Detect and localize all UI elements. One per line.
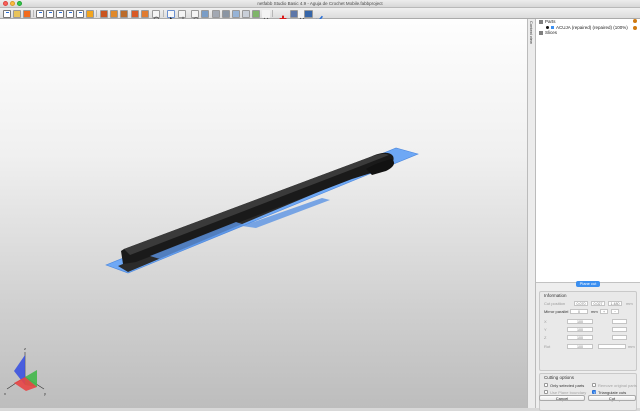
parts-label: Parts	[545, 19, 556, 24]
project-tree: Parts ACUJA (repaired) (repaired) (100%)…	[536, 19, 640, 283]
camera-icon[interactable]	[232, 9, 240, 18]
cut-position-label: Cut position	[544, 301, 566, 306]
only-selected-label: Only selected parts	[550, 383, 585, 388]
part-mesh-icon	[551, 26, 554, 30]
cut-unit-label: mm	[626, 301, 633, 306]
axis-label: y	[44, 391, 46, 396]
rotation-row-label: Rot	[544, 344, 551, 349]
parts-status-icon	[633, 19, 637, 23]
open-project-icon[interactable]	[13, 9, 21, 18]
object-zoom-icon[interactable]	[290, 9, 298, 18]
measure-icon[interactable]	[191, 9, 199, 23]
open-folder-icon[interactable]	[86, 9, 94, 18]
remove-original-checkbox[interactable]	[592, 383, 596, 387]
part-status-icon	[633, 26, 637, 30]
context-view-tab[interactable]: Context view	[527, 19, 536, 408]
import-part-icon[interactable]	[36, 9, 44, 18]
context-view-label: Context view	[529, 21, 534, 44]
rotate-icon[interactable]	[110, 9, 118, 18]
mirror-unit-label: mm	[591, 309, 598, 314]
app-window: netfabb Studio Basic 4.9 - Aguja de Croc…	[0, 0, 640, 411]
needle-body[interactable]	[121, 152, 394, 264]
tree-parts-node[interactable]: Parts	[539, 19, 556, 24]
save-project-icon[interactable]	[23, 9, 31, 18]
mirror-parallel-input[interactable]: 0	[570, 309, 588, 314]
move-tool-icon[interactable]	[178, 9, 187, 23]
zoom-icon[interactable]	[152, 9, 161, 24]
triangulate-cuts-checkbox[interactable]	[592, 390, 597, 395]
rotation-unit-label: mm	[628, 344, 635, 349]
rotation-field[interactable]: 100	[567, 344, 593, 349]
model-scene[interactable]	[0, 19, 527, 408]
z-position-field[interactable]: 100	[567, 335, 593, 340]
x-offset-field[interactable]	[612, 319, 627, 324]
toolbar-separator	[163, 10, 164, 17]
axis-label: z	[24, 346, 26, 351]
y-row-label: Y	[544, 327, 547, 332]
mirror-parallel-label: Mirror parallel	[544, 309, 569, 314]
section-icon[interactable]	[242, 9, 250, 18]
print-icon[interactable]	[66, 9, 74, 18]
toolbar-separator	[272, 10, 273, 17]
slice-icon[interactable]	[304, 9, 313, 18]
cancel-button[interactable]: Cancel	[539, 395, 585, 401]
cut-button[interactable]: Cut	[588, 395, 636, 401]
remove-original-label: Remove original parts	[598, 383, 637, 388]
tree-slices-node[interactable]: Slices	[539, 30, 557, 35]
repair-icon[interactable]	[100, 9, 108, 18]
parts-folder-icon	[539, 19, 543, 24]
axis-label: x	[4, 391, 6, 396]
toolbar-separator	[96, 10, 97, 17]
export-part-icon[interactable]	[46, 9, 54, 18]
rotation-offset-field[interactable]	[598, 344, 626, 349]
scale-icon[interactable]	[120, 9, 128, 18]
plane-cut-tab[interactable]: Plane cut	[576, 281, 600, 287]
orientation-axes[interactable]: z y x	[2, 343, 48, 399]
z-offset-field[interactable]	[612, 335, 627, 340]
layers-icon[interactable]	[222, 9, 230, 18]
mirror-minus-button[interactable]: −	[611, 309, 619, 314]
toolbar-separator	[33, 10, 34, 17]
cutting-options-group: Cutting options Only selected parts Remo…	[539, 373, 637, 411]
layout-icon[interactable]	[252, 9, 260, 18]
select-tool-icon[interactable]	[167, 9, 175, 23]
information-title: Information	[544, 293, 567, 298]
x-row-label: X	[544, 319, 547, 324]
information-group: Information Cut position 0.070 0.027 1.4…	[539, 291, 637, 371]
repair-part-icon[interactable]	[131, 9, 139, 18]
window-title: netfabb Studio Basic 4.9 - Aguja de Croc…	[257, 1, 383, 6]
cutting-options-title: Cutting options	[544, 375, 575, 380]
view-icon[interactable]	[201, 9, 209, 18]
3d-viewport[interactable]: z y x	[0, 19, 527, 408]
only-selected-checkbox[interactable]	[544, 383, 548, 387]
slices-label: Slices	[545, 30, 558, 35]
new-project-icon[interactable]	[3, 9, 11, 18]
tree-part-item[interactable]: ACUJA (repaired) (repaired) (100%)	[546, 25, 628, 30]
main-toolbar	[0, 8, 640, 24]
y-position-field[interactable]: 100	[567, 327, 593, 332]
z-row-label: Z	[544, 335, 547, 340]
cut-position-z[interactable]: 1.480	[608, 301, 622, 306]
part-visible-icon	[546, 26, 549, 30]
cut-position-y[interactable]: 0.027	[591, 301, 605, 306]
needle-highlight	[124, 153, 389, 255]
add-part-icon[interactable]	[279, 10, 287, 22]
mirror-plus-button[interactable]: +	[600, 309, 608, 314]
shade-icon[interactable]	[212, 9, 220, 18]
slices-folder-icon	[539, 30, 543, 35]
x-position-field[interactable]: 100	[567, 319, 593, 324]
title-bar: netfabb Studio Basic 4.9 - Aguja de Croc…	[0, 0, 640, 8]
part-name: ACUJA (repaired) (repaired) (100%)	[556, 25, 628, 30]
cut-position-x[interactable]: 0.070	[574, 301, 588, 306]
chevron-down-icon[interactable]	[262, 9, 270, 21]
use-plane-boundary-checkbox[interactable]	[544, 390, 548, 394]
save-as-icon[interactable]	[76, 9, 84, 18]
apply-repair-icon[interactable]	[315, 10, 324, 23]
y-offset-field[interactable]	[612, 327, 627, 332]
analysis-icon[interactable]	[141, 9, 149, 18]
load-plugin-icon[interactable]	[56, 9, 64, 18]
right-panel: Parts ACUJA (repaired) (repaired) (100%)…	[536, 19, 640, 411]
